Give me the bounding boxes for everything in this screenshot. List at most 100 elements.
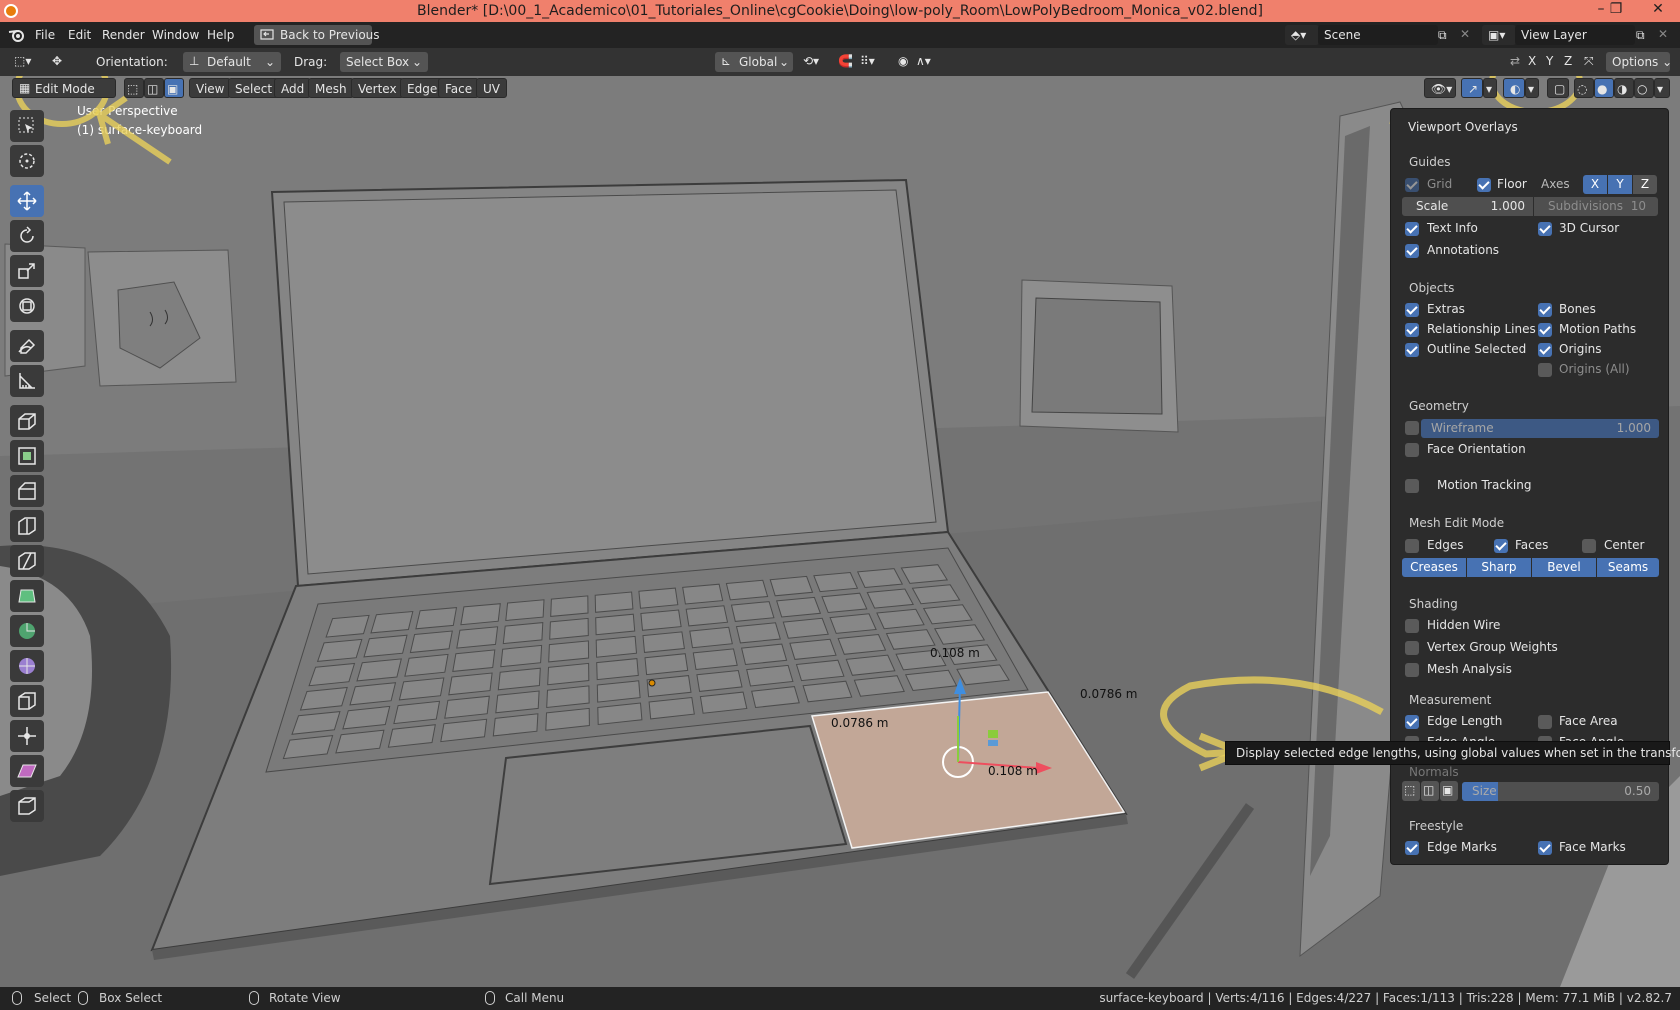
motion-paths-checkbox[interactable] [1538,323,1552,337]
vertex-group-weights-checkbox[interactable] [1405,641,1419,655]
menu-uv[interactable]: UV [476,78,507,98]
face-normals-toggle[interactable]: ▣ [1440,781,1458,801]
spin-tool[interactable] [10,615,44,647]
shading-solid[interactable]: ● [1594,78,1614,98]
sharp-toggle[interactable]: Sharp [1467,558,1531,577]
orientation-dropdown[interactable]: ⊥ Default ⌄ [183,52,281,72]
shading-rendered[interactable]: ○ [1634,78,1654,98]
origins-checkbox[interactable] [1538,343,1552,357]
mirror-axis-z[interactable]: Z [1564,54,1572,68]
snap-toggle-icon[interactable]: 🧲 [838,54,853,68]
loop-cut-tool[interactable] [10,510,44,542]
menu-view[interactable]: View [189,78,232,98]
scene-new-icon[interactable]: ⧉ [1438,28,1447,43]
mode-dropdown[interactable]: ▦ Edit Mode [12,78,116,98]
scene-remove-icon[interactable]: ✕ [1460,27,1470,41]
outline-selected-checkbox[interactable] [1405,343,1419,357]
shading-dropdown[interactable]: ▾ [1654,78,1670,98]
shading-material[interactable]: ◑ [1614,78,1634,98]
xray-toggle[interactable]: ▢ [1547,78,1569,98]
menu-window[interactable]: Window [152,28,199,42]
rip-region-tool[interactable] [10,790,44,822]
extras-checkbox[interactable] [1405,303,1419,317]
wireframe-slider[interactable]: Wireframe 1.000 [1421,419,1659,438]
bevel-toggle[interactable]: Bevel [1532,558,1596,577]
mirror-axis-x[interactable]: X [1528,54,1536,68]
select-box-tool[interactable] [10,110,44,142]
shading-wireframe[interactable]: ◌ [1574,78,1594,98]
back-to-previous-button[interactable]: Back to Previous [254,25,380,45]
hidden-wire-checkbox[interactable] [1405,619,1419,633]
auto-merge-icon[interactable]: ⤧ [1584,54,1594,69]
annotations-checkbox[interactable] [1405,244,1419,258]
move-tool[interactable] [10,185,44,217]
close-button[interactable]: ✕ [1643,1,1673,21]
vertex-normals-toggle[interactable]: ⬚ [1402,781,1420,801]
edge-slide-tool[interactable] [10,685,44,717]
split-normals-toggle[interactable]: ◫ [1421,781,1439,801]
shrink-fatten-tool[interactable] [10,720,44,752]
view-layer-new-icon[interactable]: ⧉ [1636,28,1645,43]
transform-orientation-dropdown[interactable]: ⊾ Global ⌄ [715,52,793,72]
3d-cursor-checkbox[interactable] [1538,222,1552,236]
proportional-falloff-icon[interactable]: ∧▾ [916,54,931,68]
view-layer-browse-button[interactable]: ▣▾ [1482,25,1516,45]
face-marks-checkbox[interactable] [1538,841,1552,855]
vertex-select-mode[interactable]: ⬚ [124,78,144,98]
face-select-mode[interactable]: ▣ [164,78,184,98]
smooth-tool[interactable] [10,650,44,682]
view-layer-name-field[interactable]: View Layer [1515,25,1635,45]
normals-size-slider[interactable]: Size 0.50 [1462,782,1659,801]
menu-select[interactable]: Select [228,78,280,98]
menu-help[interactable]: Help [207,28,234,42]
seams-toggle[interactable]: Seams [1597,558,1659,577]
maximize-button[interactable]: ❐ [1601,1,1631,21]
visibility-dropdown[interactable]: 👁▾ [1424,78,1456,98]
axis-y-toggle[interactable]: Y [1608,175,1632,194]
axis-x-toggle[interactable]: X [1583,175,1607,194]
blender-icon[interactable] [8,27,26,43]
menu-mesh[interactable]: Mesh [308,78,354,98]
menu-face[interactable]: Face [438,78,480,98]
menu-file[interactable]: File [35,28,55,42]
rotate-tool[interactable] [10,220,44,252]
edge-select-mode[interactable]: ◫ [144,78,164,98]
face-orientation-checkbox[interactable] [1405,443,1419,457]
scene-browse-button[interactable]: ⬘▾ [1285,25,1319,45]
edge-marks-checkbox[interactable] [1405,841,1419,855]
poly-build-tool[interactable] [10,580,44,612]
gizmo-toggle[interactable]: ↗ [1461,78,1483,98]
select-mode-icon[interactable]: ⬚▾ [14,54,31,68]
center-checkbox[interactable] [1582,539,1596,553]
menu-vertex[interactable]: Vertex [351,78,404,98]
knife-tool[interactable] [10,545,44,577]
gizmo-dropdown[interactable]: ▾ [1483,78,1497,98]
overlays-toggle[interactable]: ◐ [1503,78,1525,98]
options-dropdown[interactable]: Options ⌄ [1606,52,1672,72]
mesh-analysis-checkbox[interactable] [1405,663,1419,677]
menu-add[interactable]: Add [274,78,312,98]
origins-all-checkbox[interactable] [1538,363,1552,377]
face-area-checkbox[interactable] [1538,715,1552,729]
shear-tool[interactable] [10,755,44,787]
menu-render[interactable]: Render [102,28,145,42]
pivot-point-icon[interactable]: ⟲▾ [803,54,819,68]
axis-z-toggle[interactable]: Z [1633,175,1657,194]
text-info-checkbox[interactable] [1405,222,1419,236]
creases-toggle[interactable]: Creases [1402,558,1466,577]
overlays-dropdown[interactable]: ▾ [1525,78,1539,98]
wireframe-checkbox[interactable] [1405,421,1419,435]
edge-length-checkbox[interactable] [1405,715,1419,729]
inset-tool[interactable] [10,440,44,472]
mirror-axis-y[interactable]: Y [1546,54,1553,68]
extrude-tool[interactable] [10,405,44,437]
cursor-tool[interactable] [10,145,44,177]
bones-checkbox[interactable] [1538,303,1552,317]
floor-checkbox[interactable] [1477,178,1491,192]
motion-tracking-checkbox[interactable] [1405,479,1419,493]
snap-increment-icon[interactable]: ⠿▾ [860,54,875,68]
move-tool-icon[interactable]: ✥ [52,54,62,68]
menu-edit[interactable]: Edit [68,28,91,42]
view-layer-remove-icon[interactable]: ✕ [1658,27,1668,41]
grid-checkbox[interactable] [1405,178,1419,192]
